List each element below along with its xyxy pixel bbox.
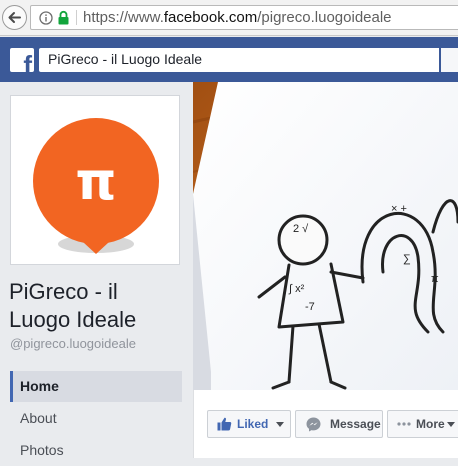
message-button[interactable]: Message <box>295 410 383 438</box>
message-label: Message <box>330 417 381 431</box>
caret-down-icon <box>447 422 455 427</box>
svg-text:× +: × + <box>391 203 407 215</box>
info-icon[interactable] <box>39 11 53 25</box>
url-prefix: https://www. <box>83 9 164 26</box>
liked-label: Liked <box>237 417 269 431</box>
svg-text:2 √: 2 √ <box>293 223 309 235</box>
search-input[interactable]: PiGreco - il Luogo Ideale <box>39 48 439 72</box>
more-dots-icon <box>397 422 411 426</box>
facebook-header: f PiGreco - il Luogo Ideale <box>0 37 458 82</box>
url-domain: facebook.com <box>163 9 258 26</box>
thumbs-up-icon <box>217 417 232 431</box>
caret-down-icon <box>276 422 284 427</box>
page-handle[interactable]: @pigreco.luogoideale <box>10 336 136 351</box>
url-field[interactable]: https://www.facebook.com/pigreco.luogoid… <box>30 5 458 30</box>
nav-item-home[interactable]: Home <box>10 371 182 402</box>
facebook-logo[interactable]: f <box>10 48 34 72</box>
cover-photo[interactable]: 2 √ ∫ x² -7 × + ∑ π <box>193 82 458 390</box>
search-button[interactable] <box>441 48 458 72</box>
nav-item-about[interactable]: About <box>10 403 182 434</box>
facebook-logo-letter: f <box>23 50 32 72</box>
profile-picture[interactable]: π <box>10 95 180 265</box>
pi-symbol: π <box>75 152 116 212</box>
url-text[interactable]: https://www.facebook.com/pigreco.luogoid… <box>83 9 392 26</box>
messenger-icon <box>306 417 321 432</box>
url-path: /pigreco.luogoideale <box>257 9 392 26</box>
page-title[interactable]: PiGreco - il Luogo Ideale <box>9 278 184 334</box>
liked-button[interactable]: Liked <box>207 410 291 438</box>
svg-text:∫ x²: ∫ x² <box>288 283 305 295</box>
browser-address-bar: https://www.facebook.com/pigreco.luogoid… <box>0 0 458 36</box>
lock-icon[interactable] <box>57 10 70 26</box>
svg-text:-7: -7 <box>305 301 315 313</box>
back-button[interactable] <box>2 5 27 30</box>
arrow-left-icon <box>8 12 21 23</box>
page-actions-bar: Liked Message More <box>193 390 458 458</box>
nav-item-photos[interactable]: Photos <box>10 435 182 466</box>
location-pin-logo: π <box>33 118 159 254</box>
more-button[interactable]: More <box>387 410 458 438</box>
url-separator <box>76 10 77 25</box>
svg-text:π: π <box>431 273 439 285</box>
more-label: More <box>416 417 445 431</box>
svg-text:∑: ∑ <box>403 253 411 265</box>
cover-illustration: 2 √ ∫ x² -7 × + ∑ π <box>193 82 458 390</box>
